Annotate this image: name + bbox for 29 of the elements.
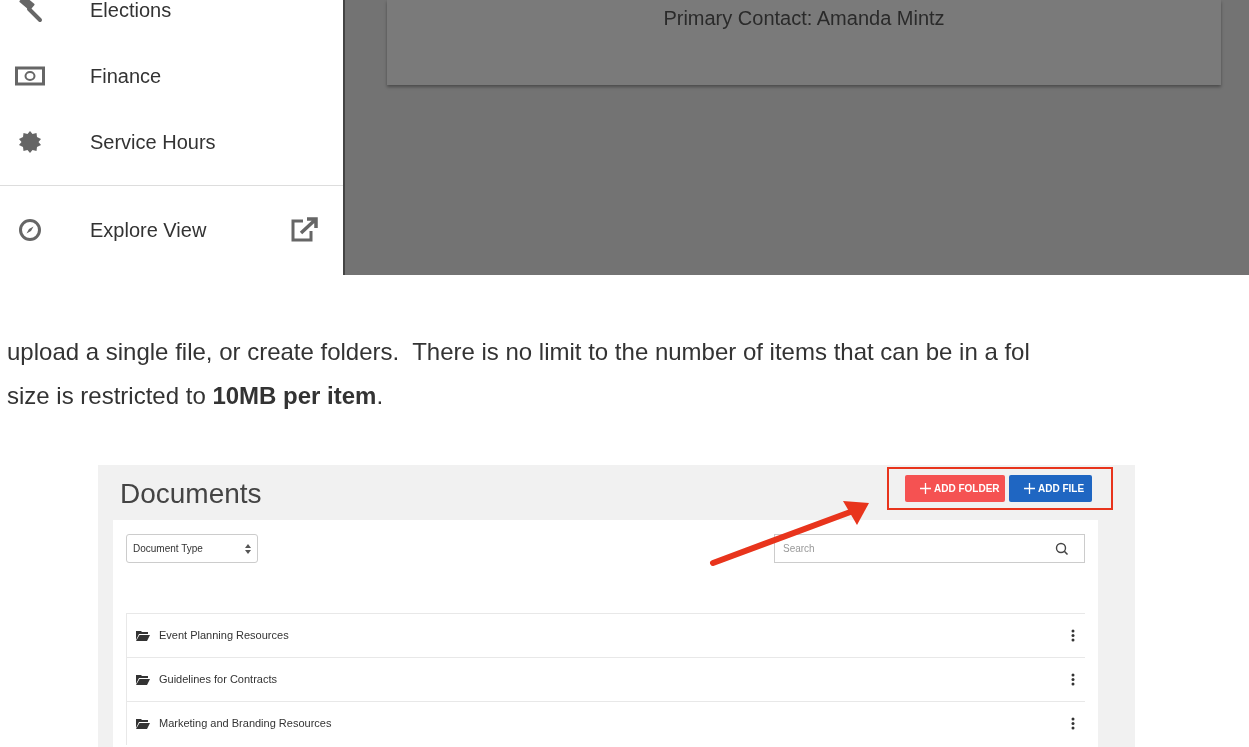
sidebar-item[interactable]: Finance <box>90 61 162 91</box>
folder-icon <box>136 718 150 729</box>
seal-icon <box>18 130 42 154</box>
add-file-button[interactable]: ADD FILE <box>1009 475 1092 502</box>
external-link-icon[interactable] <box>289 217 319 243</box>
folder-icon <box>136 674 150 685</box>
paragraph-text: upload a single file, or create folders. There is no limit to the number of items that can be in a fol <box>7 337 1030 367</box>
page-title: Documents <box>120 476 262 511</box>
search-icon[interactable] <box>1055 542 1069 556</box>
folder-row[interactable]: Marketing and Branding Resources <box>126 701 1085 745</box>
plus-icon <box>920 483 931 494</box>
banknote-icon <box>15 66 45 86</box>
document-type-select[interactable]: Document Type <box>126 534 258 563</box>
folder-icon <box>136 630 150 641</box>
sort-arrows-icon <box>245 543 251 554</box>
primary-contact-text: Primary Contact: Amanda Mintz <box>663 6 945 29</box>
sidebar-item[interactable]: Explore View <box>90 215 289 245</box>
compass-icon <box>18 218 42 242</box>
folder-row[interactable]: Guidelines for Contracts <box>126 657 1085 701</box>
sidebar-item[interactable]: Elections <box>90 0 172 25</box>
more-options-icon[interactable] <box>1071 717 1075 730</box>
gavel-icon <box>16 0 44 23</box>
search-field[interactable]: Search <box>774 534 1085 563</box>
sidebar-item[interactable]: Service Hours <box>90 127 216 157</box>
paragraph-text: size is restricted to 10MB per item. <box>7 381 384 411</box>
more-options-icon[interactable] <box>1071 629 1075 642</box>
plus-icon <box>1024 483 1035 494</box>
folder-row[interactable]: Event Planning Resources <box>126 613 1085 657</box>
more-options-icon[interactable] <box>1071 673 1075 686</box>
